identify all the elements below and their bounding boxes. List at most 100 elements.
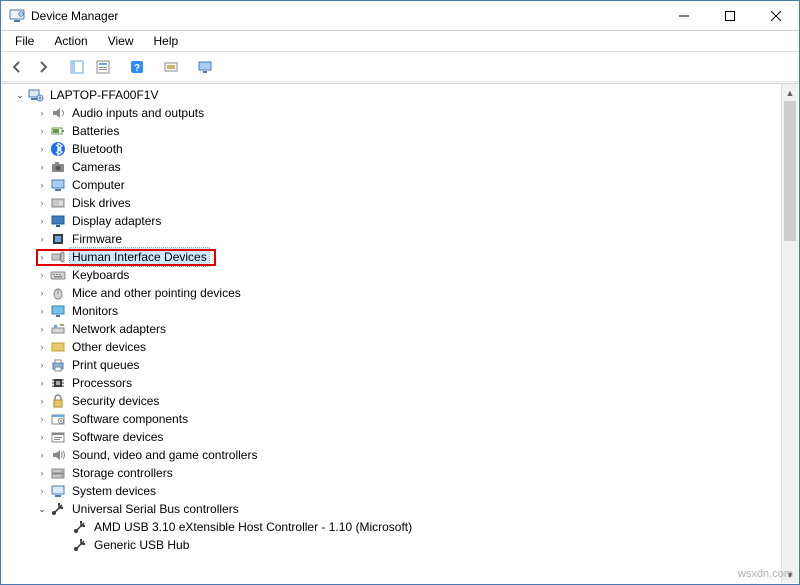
usb-icon: [72, 537, 88, 553]
expand-icon[interactable]: ›: [36, 179, 48, 191]
tree-item[interactable]: ›Monitors: [6, 302, 781, 320]
tree-item[interactable]: › Print queues: [6, 356, 781, 374]
tree-item[interactable]: ›Audio inputs and outputs: [6, 104, 781, 122]
storage-icon: [50, 465, 66, 481]
svg-text:?: ?: [134, 63, 140, 74]
expand-icon[interactable]: ›: [36, 323, 48, 335]
tree-item-label: Cameras: [70, 158, 123, 176]
tree-item-label: LAPTOP-FFA00F1V: [48, 86, 161, 104]
tree-item-label: Batteries: [70, 122, 121, 140]
tree-item[interactable]: Generic USB Hub: [6, 536, 781, 554]
expand-icon[interactable]: ›: [36, 449, 48, 461]
expand-icon[interactable]: ›: [36, 287, 48, 299]
tree-item[interactable]: ›Keyboards: [6, 266, 781, 284]
tree-item-label: Software components: [70, 410, 190, 428]
tree-item[interactable]: ›System devices: [6, 482, 781, 500]
toolbar: ?: [1, 52, 799, 82]
expand-icon[interactable]: ›: [36, 125, 48, 137]
show-hide-tree-button[interactable]: [65, 55, 89, 79]
tree-item[interactable]: ›Security devices: [6, 392, 781, 410]
computer-icon: [50, 177, 66, 193]
back-button[interactable]: [5, 55, 29, 79]
collapse-icon[interactable]: ⌄: [36, 503, 48, 515]
menu-file[interactable]: File: [7, 32, 42, 50]
network-icon: [50, 321, 66, 337]
expand-icon[interactable]: ›: [36, 485, 48, 497]
expand-icon[interactable]: ›: [36, 197, 48, 209]
tree-item-label: Network adapters: [70, 320, 168, 338]
software-dev-icon: [50, 429, 66, 445]
tree-item[interactable]: › Software devices: [6, 428, 781, 446]
scroll-up-button[interactable]: ▲: [782, 84, 798, 101]
expand-icon[interactable]: ›: [36, 215, 48, 227]
tree-item[interactable]: › Other devices: [6, 338, 781, 356]
no-expand-icon: [58, 539, 70, 551]
expand-icon[interactable]: ›: [36, 305, 48, 317]
expand-icon[interactable]: ›: [36, 413, 48, 425]
view-devices-button[interactable]: [193, 55, 217, 79]
battery-icon: [50, 123, 66, 139]
forward-button[interactable]: [31, 55, 55, 79]
vertical-scrollbar[interactable]: ▲ ▼: [781, 84, 798, 583]
tree-item-label: Other devices: [70, 338, 148, 356]
expand-icon[interactable]: ›: [36, 269, 48, 281]
tree-root[interactable]: ⌄ LAPTOP-FFA00F1V: [6, 86, 781, 104]
expand-icon[interactable]: ›: [36, 107, 48, 119]
tree-item[interactable]: › Batteries: [6, 122, 781, 140]
device-icon: [28, 87, 44, 103]
tree-item[interactable]: › Cameras: [6, 158, 781, 176]
tree-item[interactable]: ›Firmware: [6, 230, 781, 248]
tree-item[interactable]: ›Mice and other pointing devices: [6, 284, 781, 302]
keyboard-icon: [50, 267, 66, 283]
expand-icon[interactable]: ›: [36, 359, 48, 371]
expand-icon[interactable]: ›: [36, 143, 48, 155]
tree-item-label: Generic USB Hub: [92, 536, 191, 554]
tree-item[interactable]: ⌄ Universal Serial Bus controllers: [6, 500, 781, 518]
scroll-thumb[interactable]: [784, 101, 796, 241]
tree-item[interactable]: ›Bluetooth: [6, 140, 781, 158]
close-button[interactable]: [753, 1, 799, 31]
tree-item[interactable]: ›Storage controllers: [6, 464, 781, 482]
tree-item-label: Sound, video and game controllers: [70, 446, 259, 464]
expand-icon[interactable]: ›: [36, 395, 48, 407]
scan-hardware-button[interactable]: [159, 55, 183, 79]
tree-item-label: Processors: [70, 374, 134, 392]
tree-item-label: Human Interface Devices: [70, 248, 209, 266]
expand-icon[interactable]: ›: [36, 251, 48, 263]
expand-icon[interactable]: ›: [36, 431, 48, 443]
menubar: File Action View Help: [1, 31, 799, 52]
usb-ctrl-icon: [50, 501, 66, 517]
menu-view[interactable]: View: [100, 32, 142, 50]
minimize-button[interactable]: [661, 1, 707, 31]
processor-icon: [50, 375, 66, 391]
tree-item[interactable]: › Software components: [6, 410, 781, 428]
device-tree[interactable]: ⌄ LAPTOP-FFA00F1V›Audio inputs and output…: [2, 84, 781, 583]
expand-icon[interactable]: ›: [36, 233, 48, 245]
tree-item[interactable]: › Processors: [6, 374, 781, 392]
tree-item[interactable]: › Sound, video and game controllers: [6, 446, 781, 464]
expand-icon[interactable]: ›: [36, 467, 48, 479]
tree-item-label: Display adapters: [70, 212, 163, 230]
properties-button[interactable]: [91, 55, 115, 79]
expand-icon[interactable]: ›: [36, 161, 48, 173]
tree-item-label: Universal Serial Bus controllers: [70, 500, 241, 518]
expand-icon[interactable]: ›: [36, 341, 48, 353]
tree-item[interactable]: ›Disk drives: [6, 194, 781, 212]
tree-item[interactable]: AMD USB 3.10 eXtensible Host Controller …: [6, 518, 781, 536]
tree-item[interactable]: › Display adapters: [6, 212, 781, 230]
system-icon: [50, 483, 66, 499]
tree-item-label: Computer: [70, 176, 127, 194]
titlebar: Device Manager: [1, 1, 799, 31]
collapse-icon[interactable]: ⌄: [14, 89, 26, 101]
menu-action[interactable]: Action: [46, 32, 95, 50]
tree-item[interactable]: › Network adapters: [6, 320, 781, 338]
tree-item-label: Software devices: [70, 428, 165, 446]
maximize-button[interactable]: [707, 1, 753, 31]
menu-help[interactable]: Help: [146, 32, 187, 50]
tree-item[interactable]: › Computer: [6, 176, 781, 194]
help-button[interactable]: ?: [125, 55, 149, 79]
expand-icon[interactable]: ›: [36, 377, 48, 389]
tree-item[interactable]: › Human Interface Devices: [6, 248, 781, 266]
display-icon: [50, 213, 66, 229]
tree-item-label: Print queues: [70, 356, 141, 374]
